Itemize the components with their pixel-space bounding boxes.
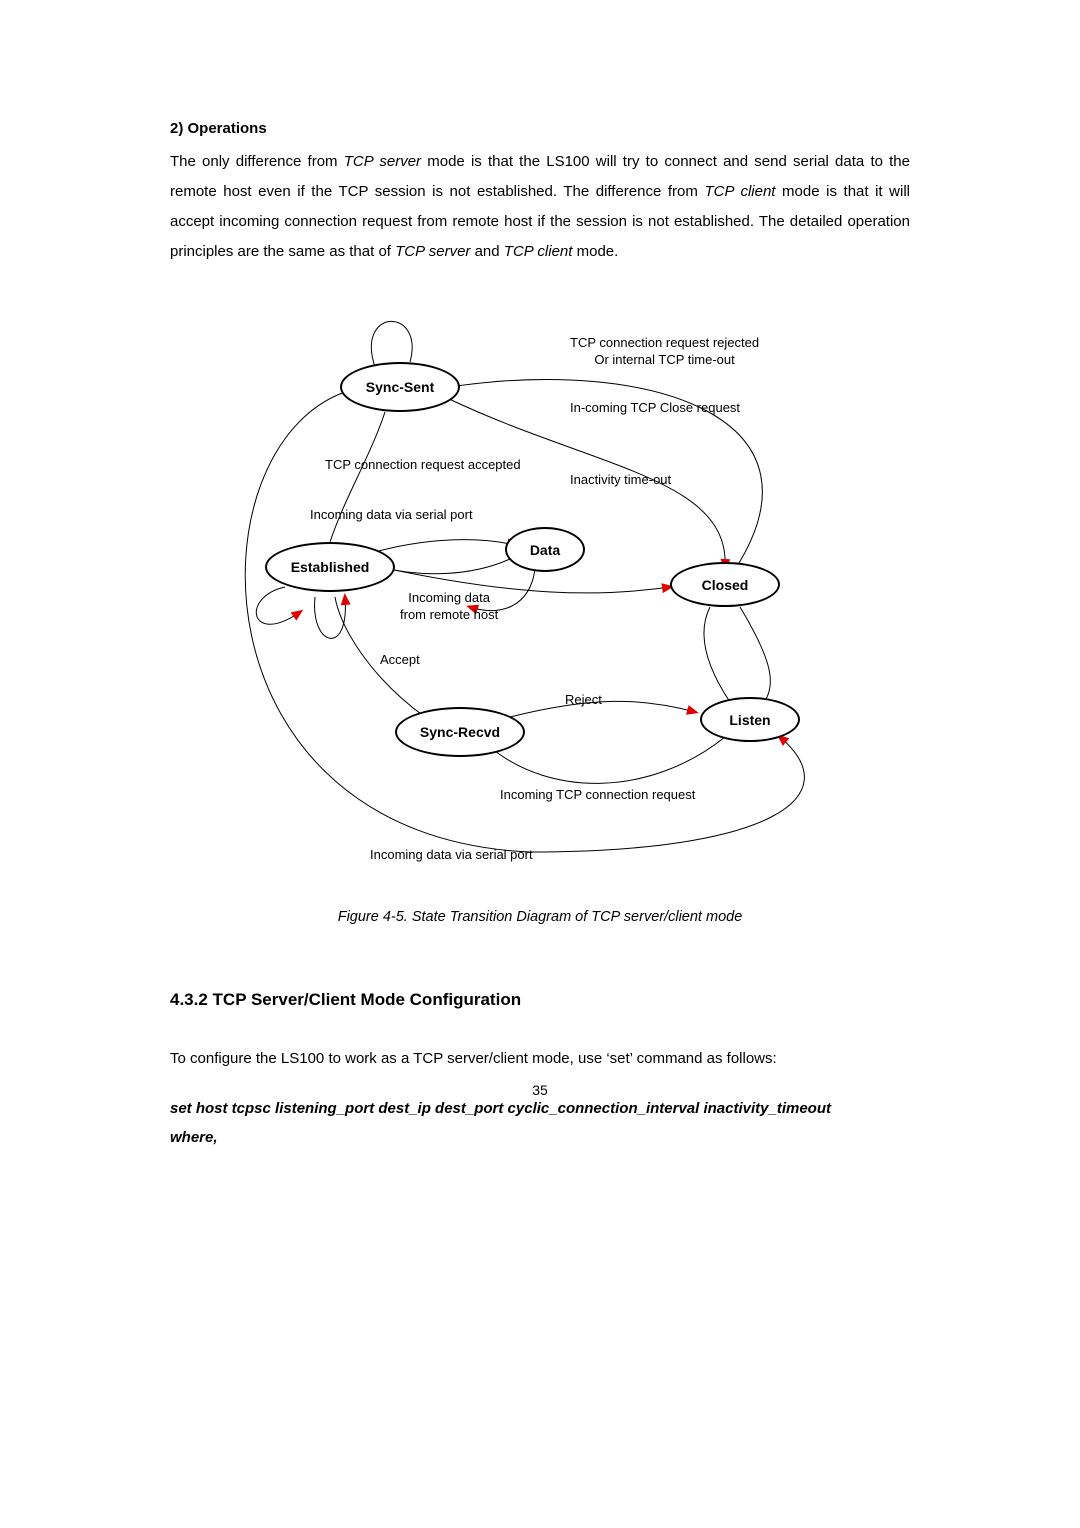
label-reject: Reject bbox=[565, 692, 602, 709]
label-text: Or internal TCP time-out bbox=[594, 352, 734, 367]
p-text-italic: TCP client bbox=[504, 243, 573, 260]
label-incoming-close: In-coming TCP Close request bbox=[570, 400, 740, 417]
page-number: 35 bbox=[0, 1082, 1080, 1098]
state-closed: Closed bbox=[670, 562, 780, 607]
state-listen: Listen bbox=[700, 697, 800, 742]
operations-heading: 2) Operations bbox=[170, 120, 910, 137]
label-serial-in-bottom: Incoming data via serial port bbox=[370, 847, 533, 864]
operations-paragraph: The only difference from TCP server mode… bbox=[170, 147, 910, 267]
label-text: TCP connection request rejected bbox=[570, 335, 759, 350]
label-text: from remote host bbox=[400, 607, 498, 622]
p-text: The only difference from bbox=[170, 153, 344, 170]
config-command: set host tcpsc listening_port dest_ip de… bbox=[170, 1095, 910, 1152]
state-data: Data bbox=[505, 527, 585, 572]
p-text-italic: TCP client bbox=[704, 183, 775, 200]
label-incoming-remote: Incoming data from remote host bbox=[400, 590, 498, 624]
label-inactivity: Inactivity time-out bbox=[570, 472, 671, 489]
p-text-italic: TCP server bbox=[395, 243, 470, 260]
label-rejected: TCP connection request rejected Or inter… bbox=[570, 335, 759, 369]
p-text-italic: TCP server bbox=[344, 153, 421, 170]
label-text: Incoming data bbox=[408, 590, 490, 605]
state-sync-recvd: Sync-Recvd bbox=[395, 707, 525, 757]
p-text: mode. bbox=[572, 243, 618, 260]
p-text: and bbox=[470, 243, 503, 260]
cmd-where: where, bbox=[170, 1129, 218, 1146]
label-accepted: TCP connection request accepted bbox=[325, 457, 521, 474]
state-diagram: Sync-Sent Established Data Closed Sync-R… bbox=[170, 297, 910, 897]
figure-caption: Figure 4-5. State Transition Diagram of … bbox=[170, 909, 910, 925]
state-sync-sent: Sync-Sent bbox=[340, 362, 460, 412]
label-incoming-tcp-req: Incoming TCP connection request bbox=[500, 787, 695, 804]
state-established: Established bbox=[265, 542, 395, 592]
config-intro: To configure the LS100 to work as a TCP … bbox=[170, 1050, 910, 1067]
cmd-text: set host tcpsc listening_port dest_ip de… bbox=[170, 1100, 831, 1117]
label-accept: Accept bbox=[380, 652, 420, 669]
label-serial-in-top: Incoming data via serial port bbox=[310, 507, 473, 524]
config-heading: 4.3.2 TCP Server/Client Mode Configurati… bbox=[170, 990, 910, 1010]
